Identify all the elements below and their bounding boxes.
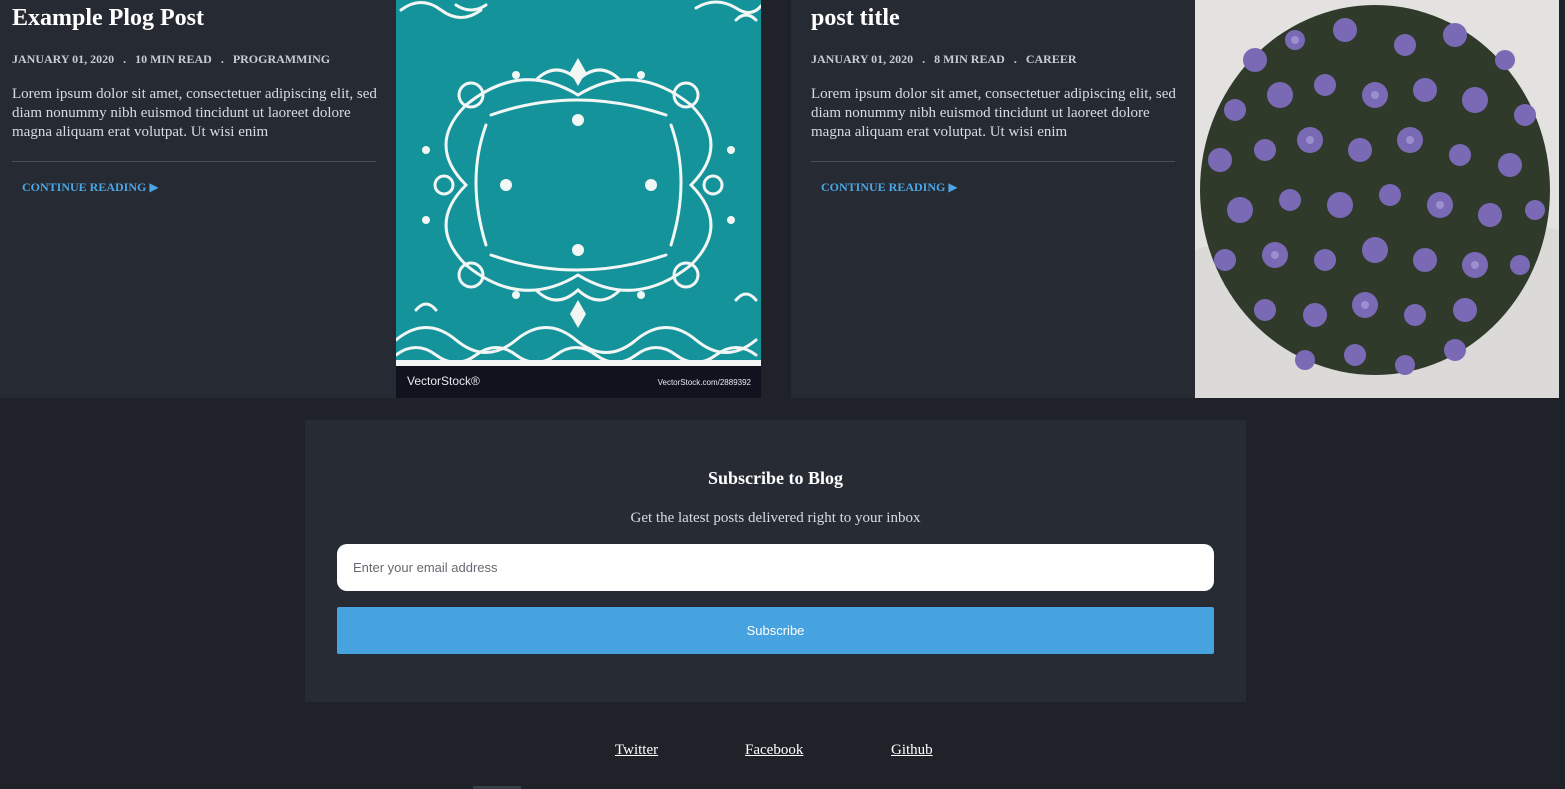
post-category[interactable]: Programming: [233, 52, 330, 66]
meta-separator: .: [220, 52, 224, 66]
vectorstock-logo: VectorStock®: [407, 374, 480, 388]
post-feed: Example Plog Post January 01, 2020. 10 mi…: [0, 0, 1565, 398]
post-title[interactable]: post title: [811, 5, 900, 32]
footer-social-links: Twitter Facebook Github: [0, 742, 1565, 762]
post-date: January 01, 2020: [12, 52, 115, 66]
post-read-time: 8 min read: [934, 52, 1005, 66]
post-read-time: 10 min read: [135, 52, 212, 66]
subscribe-panel: Subscribe to Blog Get the latest posts d…: [305, 420, 1246, 702]
meta-separator: .: [123, 52, 127, 66]
subscribe-title: Subscribe to Blog: [707, 468, 844, 488]
post-image-flowers[interactable]: [1195, 0, 1559, 398]
email-input[interactable]: [337, 544, 1214, 591]
twitter-link[interactable]: Twitter: [615, 742, 658, 759]
post-card: post title January 01, 2020. 8 min read. C…: [791, 0, 1195, 398]
post-category[interactable]: Career: [1026, 52, 1077, 66]
post-meta: January 01, 2020. 8 min read. Career: [811, 52, 1076, 67]
post-excerpt: Lorem ipsum dolor sit amet, consectetuer…: [811, 86, 1176, 140]
watermark-url: VectorStock.com/2889392: [657, 378, 751, 387]
github-link[interactable]: Github: [891, 742, 933, 759]
subscribe-button[interactable]: Subscribe: [337, 607, 1214, 654]
meta-separator: .: [922, 52, 926, 66]
ornament-illustration: [396, 0, 761, 366]
post-card: Example Plog Post January 01, 2020. 10 mi…: [0, 0, 396, 398]
watermark-bar: VectorStock® VectorStock.com/2889392: [396, 366, 761, 398]
subscribe-description: Get the latest posts delivered right to …: [630, 510, 921, 526]
post-image-ornament[interactable]: VectorStock® VectorStock.com/2889392: [396, 0, 761, 398]
post-meta: January 01, 2020. 10 min read. Programming: [12, 52, 330, 67]
continue-reading-link[interactable]: Continue reading ▶: [821, 180, 958, 195]
flowers-photo: [1195, 0, 1559, 398]
continue-reading-link[interactable]: Continue reading ▶: [22, 180, 159, 195]
post-divider: [811, 161, 1175, 162]
post-divider: [12, 161, 376, 162]
post-excerpt: Lorem ipsum dolor sit amet, consectetuer…: [12, 86, 377, 140]
post-date: January 01, 2020: [811, 52, 914, 66]
facebook-link[interactable]: Facebook: [745, 742, 803, 759]
meta-separator: .: [1013, 52, 1017, 66]
post-title[interactable]: Example Plog Post: [12, 5, 204, 32]
